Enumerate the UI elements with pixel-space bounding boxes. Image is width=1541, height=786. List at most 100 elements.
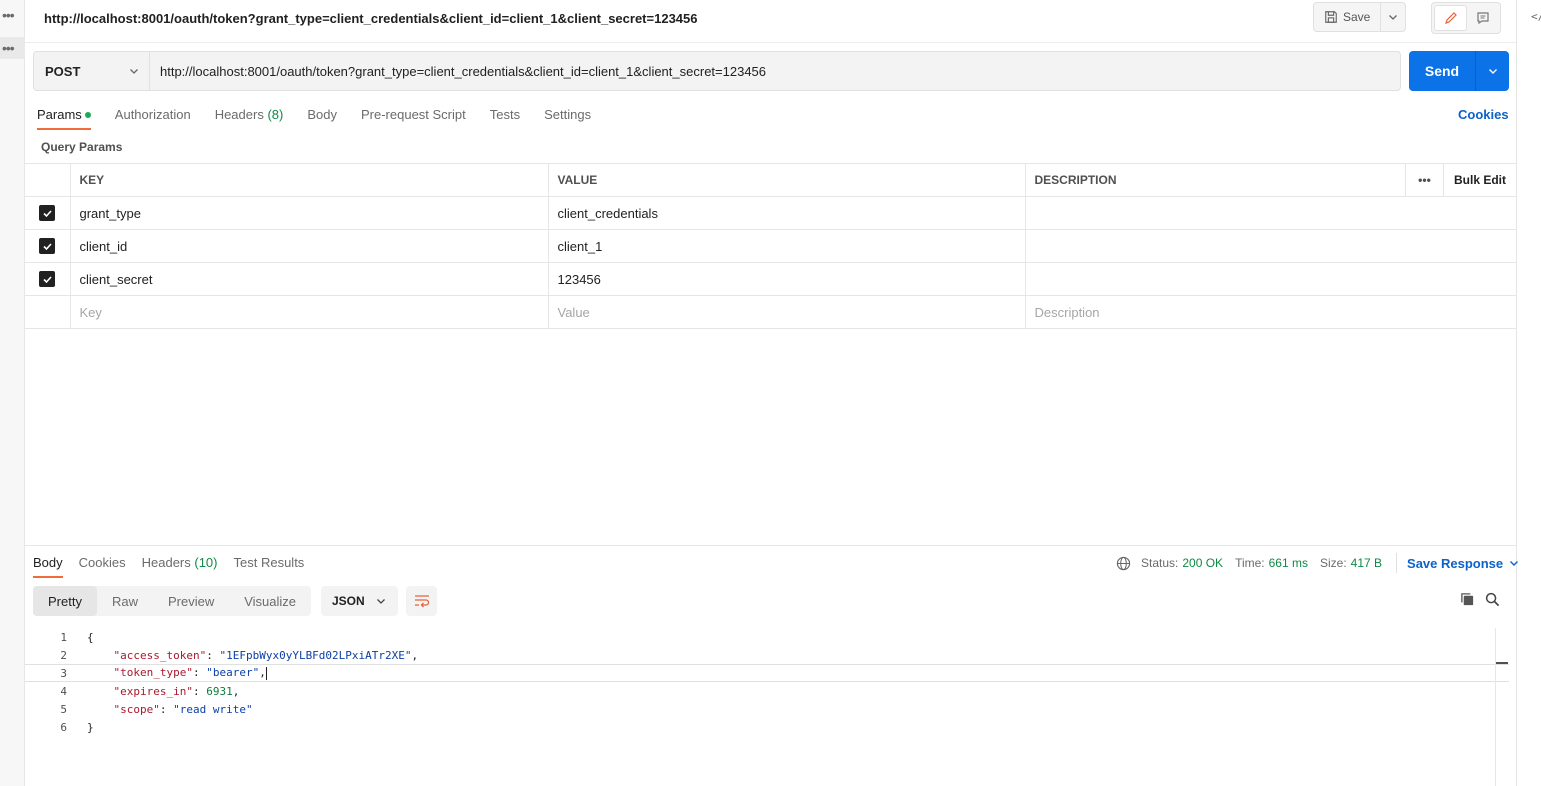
table-row: grant_type client_credentials [25, 196, 1516, 230]
more-options-icon[interactable]: ••• [0, 4, 25, 26]
param-key[interactable]: client_id [69, 229, 549, 263]
send-button[interactable]: Send [1409, 51, 1476, 91]
cookies-link[interactable]: Cookies [1458, 107, 1509, 122]
line-number: 4 [60, 684, 67, 698]
right-sidebar-rail: </ [1516, 0, 1541, 786]
param-value[interactable]: client_credentials [547, 196, 1026, 230]
response-status-bar: Status: 200 OK Time: 661 ms Size: 417 B … [1116, 553, 1519, 573]
time-value[interactable]: 661 ms [1269, 556, 1308, 570]
access-token-value: 1EFpbWyx0yYLBFd02LPxiATr2XE [226, 648, 405, 662]
response-tabs: Body Cookies Headers (10) Test Results [33, 546, 320, 578]
new-key-input[interactable]: Key [69, 295, 549, 329]
checkmark-icon [43, 276, 52, 283]
tab-headers[interactable]: Headers (8) [215, 98, 284, 130]
expires-in-value: 6931 [206, 684, 233, 698]
param-description[interactable] [1024, 196, 1516, 230]
param-description[interactable] [1024, 262, 1516, 296]
copy-icon[interactable] [1460, 592, 1475, 610]
tab-tests[interactable]: Tests [490, 98, 520, 130]
scrollbar-cursor-marker [1496, 662, 1508, 664]
edit-mode-button[interactable] [1434, 5, 1467, 31]
url-input[interactable] [150, 52, 1400, 90]
http-method-select[interactable]: POST [34, 52, 150, 90]
params-active-dot [84, 112, 91, 118]
new-description-input[interactable]: Description [1024, 295, 1516, 329]
search-icon[interactable] [1485, 592, 1500, 610]
globe-icon[interactable] [1116, 556, 1131, 571]
param-key[interactable]: client_secret [69, 262, 549, 296]
checkbox-column-header [25, 163, 71, 197]
tab-authorization[interactable]: Authorization [115, 98, 191, 130]
value-column-header: VALUE [547, 163, 1026, 197]
key-column-header: KEY [69, 163, 549, 197]
query-params-label: Query Params [41, 140, 123, 154]
save-response-button[interactable]: Save Response [1407, 556, 1519, 571]
code-snippet-icon[interactable]: </ [1531, 10, 1541, 23]
request-title[interactable]: http://localhost:8001/oauth/token?grant_… [44, 11, 698, 26]
scope-value: read write [179, 702, 246, 716]
view-visualize-button[interactable]: Visualize [229, 586, 311, 616]
description-column-header: DESCRIPTION [1024, 163, 1406, 197]
view-raw-button[interactable]: Raw [97, 586, 153, 616]
save-button[interactable]: Save [1314, 3, 1382, 31]
size-label: Size: [1319, 556, 1347, 570]
line-number: 2 [60, 648, 67, 662]
request-workspace: http://localhost:8001/oauth/token?grant_… [25, 0, 1519, 786]
send-button-group: Send [1409, 51, 1509, 91]
param-value[interactable]: client_1 [547, 229, 1026, 263]
response-tab-cookies[interactable]: Cookies [79, 546, 126, 578]
chevron-down-icon [1389, 15, 1398, 20]
line-number: 5 [60, 702, 67, 716]
param-description[interactable] [1024, 229, 1516, 263]
wrap-lines-icon [414, 595, 429, 608]
code-line-current: 3 "token_type": "bearer", [25, 664, 1509, 682]
response-tab-body[interactable]: Body [33, 546, 63, 578]
tab-settings[interactable]: Settings [544, 98, 591, 130]
view-preview-button[interactable]: Preview [153, 586, 229, 616]
line-number: 1 [60, 630, 67, 644]
size-value[interactable]: 417 B [1351, 556, 1382, 570]
tab-pre-request-script[interactable]: Pre-request Script [361, 98, 466, 130]
param-enabled-checkbox[interactable] [39, 205, 56, 222]
http-method-value: POST [45, 63, 81, 79]
bulk-edit-button[interactable]: Bulk Edit [1442, 163, 1516, 197]
tab-params[interactable]: Params [37, 98, 91, 130]
format-select[interactable]: JSON [321, 586, 398, 616]
column-options-icon[interactable]: ••• [1404, 163, 1444, 197]
code-line: 6 } [25, 718, 1509, 736]
text-cursor [265, 666, 267, 680]
comments-mode-button[interactable] [1467, 5, 1498, 31]
view-pretty-button[interactable]: Pretty [33, 586, 97, 616]
response-body-editor[interactable]: 1 { 2 "access_token": "1EFpbWyx0yYLBFd02… [25, 628, 1509, 786]
new-value-input[interactable]: Value [547, 295, 1026, 329]
status-label: Status: [1141, 556, 1179, 570]
comment-icon [1476, 12, 1489, 25]
format-value: JSON [332, 594, 365, 608]
save-options-button[interactable] [1381, 3, 1405, 31]
line-number: 3 [60, 666, 67, 680]
editor-scrollbar[interactable] [1495, 628, 1509, 786]
response-headers-count: (10) [194, 555, 218, 570]
response-tab-test-results[interactable]: Test Results [234, 546, 305, 578]
url-bar: POST [33, 51, 1401, 91]
status-value[interactable]: 200 OK [1182, 556, 1223, 570]
save-label: Save [1343, 10, 1371, 24]
param-key[interactable]: grant_type [69, 196, 549, 230]
headers-count: (8) [267, 107, 284, 122]
chevron-down-icon [1510, 561, 1519, 566]
more-options-icon-active[interactable]: ••• [0, 37, 25, 59]
token-type-value: bearer [212, 666, 253, 680]
tab-body[interactable]: Body [307, 98, 337, 130]
param-enabled-checkbox[interactable] [39, 238, 56, 255]
param-value[interactable]: 123456 [547, 262, 1026, 296]
code-line: 4 "expires_in": 6931, [25, 682, 1509, 700]
wrap-lines-button[interactable] [406, 586, 437, 616]
query-params-table: KEY VALUE DESCRIPTION ••• Bulk Edit gran… [25, 163, 1516, 329]
chevron-down-icon [130, 69, 138, 74]
response-tab-headers[interactable]: Headers (10) [142, 546, 218, 578]
param-enabled-checkbox[interactable] [39, 271, 56, 288]
code-line: 2 "access_token": "1EFpbWyx0yYLBFd02LPxi… [25, 646, 1509, 664]
divider [1396, 553, 1398, 573]
view-mode-toggle [1431, 2, 1501, 34]
send-options-button[interactable] [1476, 51, 1509, 91]
